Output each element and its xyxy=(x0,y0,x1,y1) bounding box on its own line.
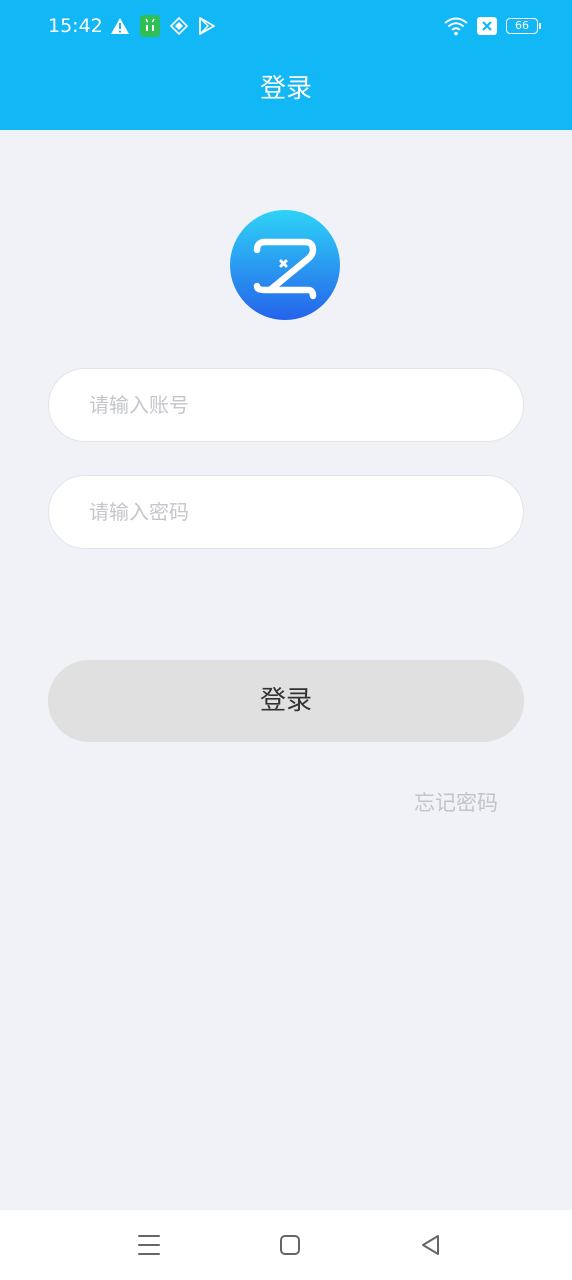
login-button[interactable]: 登录 xyxy=(48,660,524,742)
account-field[interactable] xyxy=(48,368,524,442)
warning-icon xyxy=(111,18,129,34)
system-status-icons: 66 xyxy=(444,13,541,39)
android-app-icon xyxy=(140,15,160,37)
status-time: 15:42 xyxy=(48,15,103,37)
navigation-bar xyxy=(0,1210,572,1280)
z-logo-icon xyxy=(230,210,340,320)
home-icon[interactable] xyxy=(277,1232,303,1258)
battery-level: 66 xyxy=(515,19,529,32)
menu-icon[interactable] xyxy=(136,1232,162,1258)
sim-x-icon xyxy=(477,17,497,35)
back-icon[interactable] xyxy=(418,1232,444,1258)
password-input[interactable] xyxy=(89,476,489,548)
page-title: 登录 xyxy=(259,74,312,104)
status-bar: 15:42 66 xyxy=(0,0,572,52)
diamond-app-icon xyxy=(170,17,188,35)
forgot-password-link[interactable]: 忘记密码 xyxy=(414,788,498,818)
account-input[interactable] xyxy=(89,369,489,441)
header-bar: 15:42 66 登录 xyxy=(0,0,572,130)
battery-icon: 66 xyxy=(506,18,541,34)
login-screen: 15:42 66 登录 请输入账号 登录 忘记密码 xyxy=(0,0,572,1280)
play-store-icon xyxy=(199,17,215,35)
password-field[interactable] xyxy=(48,475,524,549)
notification-icons xyxy=(110,13,216,39)
wifi-icon xyxy=(444,17,468,36)
